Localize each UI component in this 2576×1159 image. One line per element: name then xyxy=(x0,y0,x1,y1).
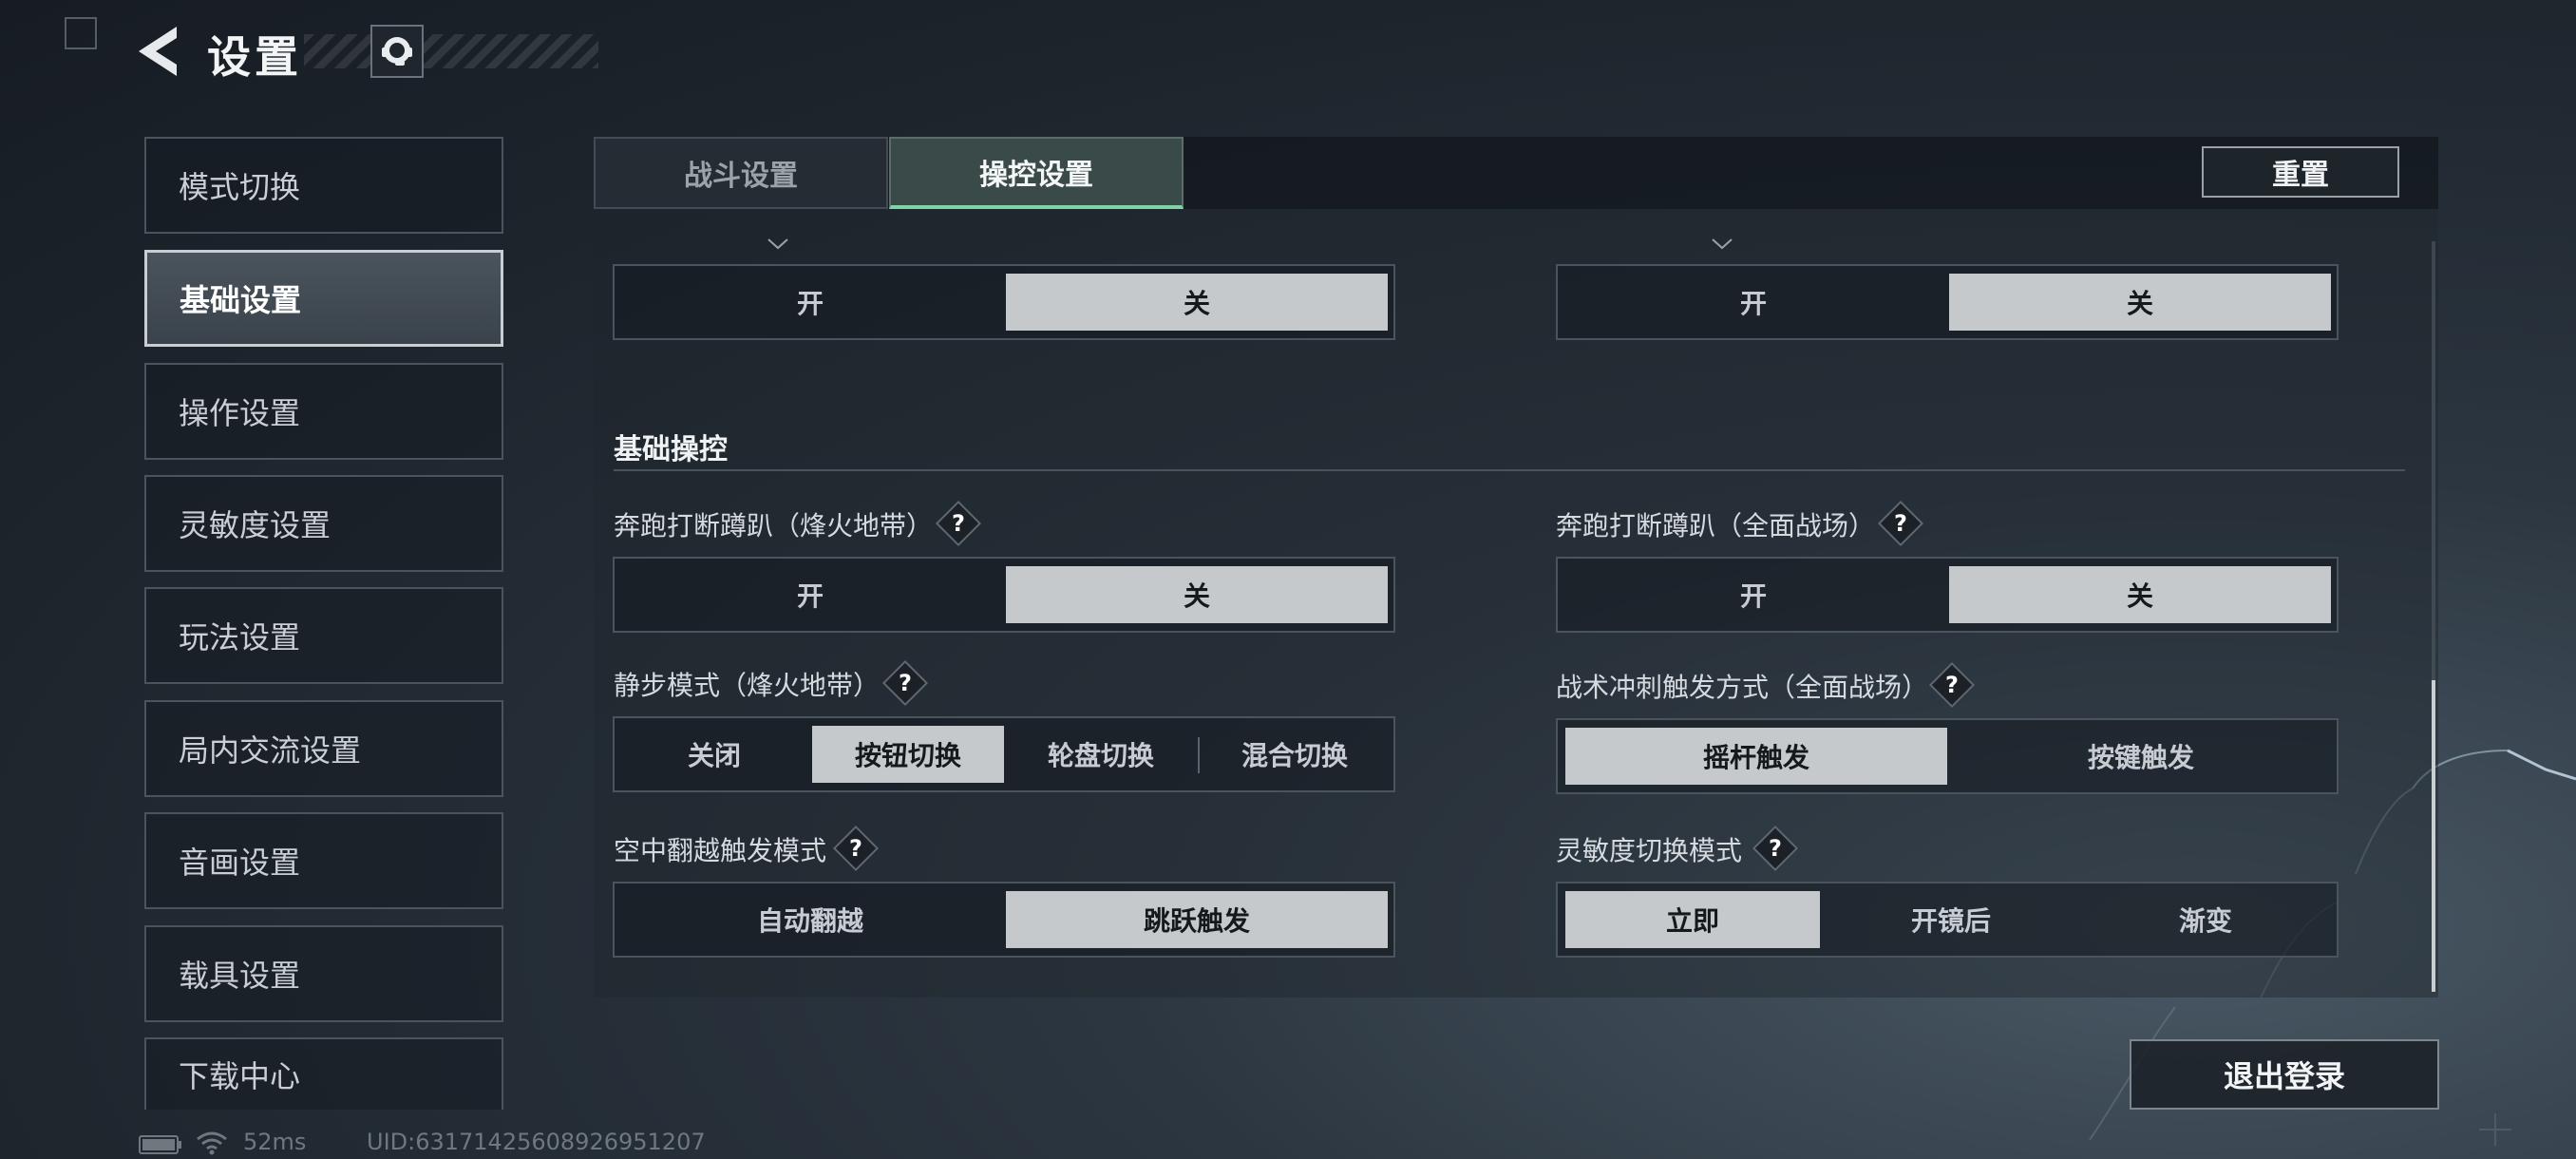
sidebar-item-label: 玩法设置 xyxy=(179,619,301,656)
crosshair-icon xyxy=(2479,1113,2511,1146)
wifi-icon xyxy=(197,1131,227,1155)
toggle-sprint-cancel-crouch-haz: 开 关 xyxy=(613,557,1395,633)
sidebar-item-vehicle-settings[interactable]: 载具设置 xyxy=(144,925,503,1022)
option-immediate[interactable]: 立即 xyxy=(1565,891,1820,948)
option-gradual[interactable]: 渐变 xyxy=(2080,891,2331,948)
battery-icon xyxy=(139,1135,181,1154)
segmented-sensitivity-switch-mode: 立即 开镜后 渐变 xyxy=(1556,882,2339,958)
sidebar-item-basic-settings[interactable]: 基础设置 xyxy=(144,250,503,347)
sidebar-item-audio-visual[interactable]: 音画设置 xyxy=(144,812,503,909)
setting-label-tactical-sprint-trigger: 战术冲刺触发方式（全面战场） xyxy=(1556,672,1929,703)
option-wheel-toggle[interactable]: 轮盘切换 xyxy=(1008,726,1194,783)
toggle-sprint-cancel-crouch-warfare: 开 关 xyxy=(1556,557,2339,633)
option-on[interactable]: 开 xyxy=(1565,274,1941,331)
uid-text: UID:6317142560892695120​7 xyxy=(367,1129,706,1155)
sidebar-item-mode-switch[interactable]: 模式切换 xyxy=(144,137,503,234)
header-hatch-decoration xyxy=(304,34,598,68)
scrollbar-thumb[interactable] xyxy=(2432,680,2435,992)
sidebar-item-label: 模式切换 xyxy=(179,169,301,205)
segmented-tactical-sprint-trigger: 摇杆触发 按键触发 xyxy=(1556,718,2339,794)
setting-label-silent-walk-mode: 静步模式（烽火地带） xyxy=(614,670,881,701)
sidebar-item-label: 灵敏度设置 xyxy=(179,507,331,543)
option-on[interactable]: 开 xyxy=(1565,566,1941,623)
sidebar-item-download-center[interactable]: 下载中心 xyxy=(144,1037,503,1110)
option-divider xyxy=(1198,737,1200,773)
segmented-air-vault-trigger: 自动翻越 跳跃触发 xyxy=(613,882,1395,958)
page-title: 设置 xyxy=(207,31,302,83)
customer-service-icon xyxy=(382,37,412,66)
option-off[interactable]: 关 xyxy=(1949,566,2331,623)
sidebar-item-label: 局内交流设置 xyxy=(179,732,362,769)
sidebar-item-label: 操作设置 xyxy=(179,395,301,431)
toggle-on-off-left: 开 关 xyxy=(613,264,1395,340)
sidebar-item-gameplay-settings[interactable]: 玩法设置 xyxy=(144,587,503,684)
sidebar-item-label: 音画设置 xyxy=(179,845,301,881)
chevron-down-icon xyxy=(1712,238,1733,250)
setting-label-sensitivity-switch-mode: 灵敏度切换模式 xyxy=(1556,835,1743,866)
tab-control-settings[interactable]: 操控设置 xyxy=(889,137,1184,209)
section-title: 基础操控 xyxy=(614,433,728,466)
back-button[interactable] xyxy=(135,25,182,78)
ping-text: 52ms xyxy=(243,1129,307,1155)
sidebar-item-operation-settings[interactable]: 操作设置 xyxy=(144,363,503,460)
setting-label-sprint-cancel-crouch-haz: 奔跑打断蹲趴（烽火地带） xyxy=(614,510,934,542)
option-button-trigger[interactable]: 按键触发 xyxy=(1951,728,2331,785)
reset-button[interactable]: 重置 xyxy=(2202,146,2399,198)
option-on[interactable]: 开 xyxy=(622,274,998,331)
chevron-down-icon xyxy=(767,238,788,250)
tab-battle-settings[interactable]: 战斗设置 xyxy=(594,137,888,209)
option-joystick-trigger[interactable]: 摇杆触发 xyxy=(1565,728,1947,785)
option-button-toggle[interactable]: 按钮切换 xyxy=(812,726,1004,783)
option-off[interactable]: 关 xyxy=(1006,274,1388,331)
option-after-scope[interactable]: 开镜后 xyxy=(1824,891,2078,948)
option-off[interactable]: 关闭 xyxy=(622,726,806,783)
back-arrow-icon xyxy=(139,27,177,76)
setting-label-sprint-cancel-crouch-warfare: 奔跑打断蹲趴（全面战场） xyxy=(1556,510,1876,542)
logout-button[interactable]: 退出登录 xyxy=(2130,1039,2439,1110)
segmented-silent-walk-mode: 关闭 按钮切换 轮盘切换 混合切换 xyxy=(613,716,1395,792)
toggle-on-off-right: 开 关 xyxy=(1556,264,2339,340)
option-mixed-toggle[interactable]: 混合切换 xyxy=(1202,726,1388,783)
sidebar-item-sensitivity-settings[interactable]: 灵敏度设置 xyxy=(144,475,503,572)
sidebar-item-label: 基础设置 xyxy=(180,282,302,318)
option-off[interactable]: 关 xyxy=(1006,566,1388,623)
option-auto-vault[interactable]: 自动翻越 xyxy=(622,891,998,948)
corner-square-icon xyxy=(65,17,97,49)
option-off[interactable]: 关 xyxy=(1949,274,2331,331)
sidebar-item-in-game-communication[interactable]: 局内交流设置 xyxy=(144,700,503,797)
option-jump-trigger[interactable]: 跳跃触发 xyxy=(1006,891,1388,948)
sidebar-item-label: 下载中心 xyxy=(179,1058,301,1094)
setting-label-air-vault-trigger: 空中翻越触发模式 xyxy=(614,835,827,866)
sidebar-item-label: 载具设置 xyxy=(179,958,301,994)
option-on[interactable]: 开 xyxy=(622,566,998,623)
section-divider xyxy=(614,469,2405,471)
customer-service-button[interactable] xyxy=(370,25,424,78)
